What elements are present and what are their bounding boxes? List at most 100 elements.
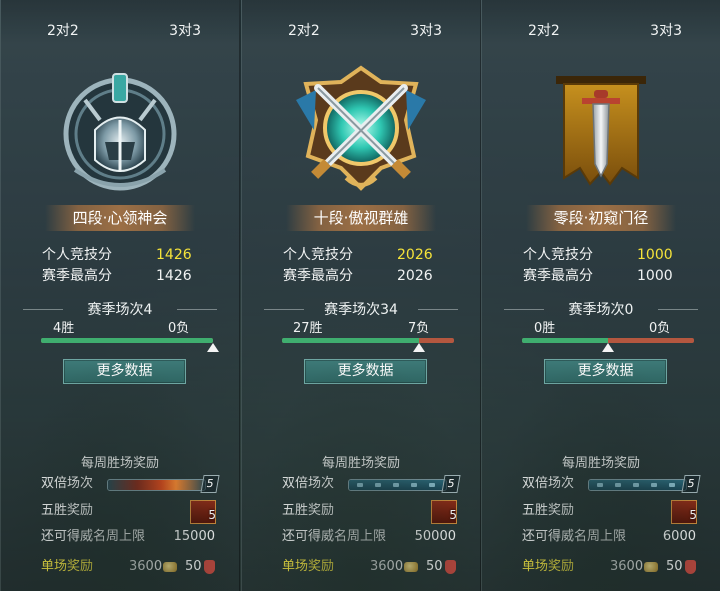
double-games-row: 双倍场次 5 <box>522 473 702 495</box>
win-ratio-marker <box>207 343 219 352</box>
season-high-label: 赛季最高分 <box>523 268 593 284</box>
bar-segment <box>651 483 657 487</box>
mode-tabs: 2对2 3对3 <box>1 0 239 44</box>
bar-segment <box>375 483 381 487</box>
win-loss-bar <box>282 338 454 343</box>
treasure-chest-icon[interactable]: 5 <box>671 500 697 524</box>
treasure-chest-icon[interactable]: 5 <box>190 500 216 524</box>
season-games: 赛季场次4 <box>1 299 239 319</box>
season-high-row: 赛季最高分 2026 <box>283 266 433 286</box>
prestige-cap-row: 还可得威名周上限 50000 <box>282 526 462 548</box>
coin-icon <box>163 562 177 572</box>
tab-2v2[interactable]: 2对2 <box>47 20 79 40</box>
honor-shield-icon <box>204 560 215 574</box>
tab-3v3[interactable]: 3对3 <box>169 20 201 40</box>
double-games-count: 5 <box>441 475 461 493</box>
win-ratio-marker <box>602 343 614 352</box>
five-win-count: 5 <box>689 508 697 522</box>
more-data-button[interactable]: 更多数据 <box>63 359 186 384</box>
single-reward-row: 单场奖励 3600 50 <box>41 556 221 578</box>
double-games-bar <box>348 479 447 491</box>
arena-panel-1: 2对2 3对3 四段·心领神会 个人竞技分 1426 赛季最高分 1426 赛季… <box>0 0 240 591</box>
personal-score-label: 个人竞技分 <box>283 247 353 263</box>
personal-score-label: 个人竞技分 <box>523 247 593 263</box>
season-high-value: 2026 <box>397 268 433 284</box>
personal-score-label: 个人竞技分 <box>42 247 112 263</box>
season-high-row: 赛季最高分 1000 <box>523 266 673 286</box>
double-games-count: 5 <box>200 475 220 493</box>
prestige-cap-row: 还可得威名周上限 15000 <box>41 526 221 548</box>
wins-count: 0胜 <box>534 321 556 336</box>
single-reward-row: 单场奖励 3600 50 <box>522 556 702 578</box>
personal-score-value: 1000 <box>637 247 673 263</box>
mode-tabs: 2对2 3对3 <box>482 0 720 44</box>
five-win-label: 五胜奖励 <box>41 503 94 518</box>
weekly-rewards-title: 每周胜场奖励 <box>80 456 159 471</box>
season-high-label: 赛季最高分 <box>283 268 353 284</box>
single-reward-label: 单场奖励 <box>282 559 335 574</box>
treasure-chest-icon[interactable]: 5 <box>431 500 457 524</box>
bar-segment <box>393 483 399 487</box>
double-games-row: 双倍场次 5 <box>41 473 221 495</box>
double-games-count: 5 <box>681 475 701 493</box>
silver-helmet-emblem-icon <box>63 73 177 191</box>
weekly-rewards-title: 每周胜场奖励 <box>321 456 400 471</box>
bar-segment <box>615 483 621 487</box>
win-fill <box>41 338 213 343</box>
single-coins: 3600 <box>129 559 163 574</box>
prestige-cap-value: 6000 <box>662 529 696 544</box>
losses-count: 0负 <box>649 321 671 336</box>
honor-shield-icon <box>685 560 696 574</box>
more-data-button[interactable]: 更多数据 <box>544 359 667 384</box>
bar-segment <box>597 483 603 487</box>
arena-panel-2: 2对2 3对3 十段·傲视群雄 个人竞技分 2026 赛季最高分 2026 赛季… <box>241 0 481 591</box>
single-reward-row: 单场奖励 3600 50 <box>282 556 462 578</box>
five-win-row: 五胜奖励 5 <box>522 500 702 524</box>
five-win-row: 五胜奖励 5 <box>282 500 462 524</box>
rank-title: 零段·初窥门径 <box>526 205 676 231</box>
season-high-value: 1000 <box>637 268 673 284</box>
single-coins: 3600 <box>370 559 404 574</box>
win-fill <box>282 338 419 343</box>
losses-count: 0负 <box>168 321 190 336</box>
single-reward-label: 单场奖励 <box>41 559 94 574</box>
personal-score-value: 2026 <box>397 247 433 263</box>
personal-score-value: 1426 <box>156 247 192 263</box>
five-win-row: 五胜奖励 5 <box>41 500 221 524</box>
prestige-cap-label: 还可得威名周上限 <box>282 529 387 544</box>
season-high-label: 赛季最高分 <box>42 268 112 284</box>
bar-segment <box>357 483 363 487</box>
double-games-row: 双倍场次 5 <box>282 473 462 495</box>
mode-tabs: 2对2 3对3 <box>242 0 480 44</box>
more-data-button[interactable]: 更多数据 <box>304 359 427 384</box>
win-loss-bar <box>41 338 213 343</box>
tab-2v2[interactable]: 2对2 <box>288 20 320 40</box>
five-win-count: 5 <box>449 508 457 522</box>
banner-sword-emblem-icon <box>556 76 646 186</box>
rank-title: 四段·心领神会 <box>45 205 195 231</box>
prestige-cap-row: 还可得威名周上限 6000 <box>522 526 702 548</box>
bar-segment <box>669 483 675 487</box>
double-games-label: 双倍场次 <box>41 476 94 491</box>
rank-title: 十段·傲视群雄 <box>286 205 436 231</box>
crossed-swords-shield-emblem-icon <box>296 65 426 191</box>
five-win-label: 五胜奖励 <box>522 503 575 518</box>
wins-count: 27胜 <box>293 321 323 336</box>
season-high-value: 1426 <box>156 268 192 284</box>
tab-3v3[interactable]: 3对3 <box>410 20 442 40</box>
season-games: 赛季场次0 <box>482 299 720 319</box>
personal-score-row: 个人竞技分 1426 <box>42 245 192 265</box>
prestige-cap-value: 15000 <box>173 529 215 544</box>
prestige-cap-value: 50000 <box>414 529 456 544</box>
single-coins: 3600 <box>610 559 644 574</box>
five-win-label: 五胜奖励 <box>282 503 335 518</box>
tab-2v2[interactable]: 2对2 <box>528 20 560 40</box>
double-games-label: 双倍场次 <box>282 476 335 491</box>
coin-icon <box>644 562 658 572</box>
five-win-count: 5 <box>208 508 216 522</box>
prestige-cap-label: 还可得威名周上限 <box>41 529 146 544</box>
tab-3v3[interactable]: 3对3 <box>650 20 682 40</box>
win-ratio-marker <box>412 343 425 352</box>
bar-segment <box>429 483 435 487</box>
arena-panel-3: 2对2 3对3 零段·初窥门径 个人竞技分 1000 赛季最高分 1000 赛季… <box>481 0 720 591</box>
